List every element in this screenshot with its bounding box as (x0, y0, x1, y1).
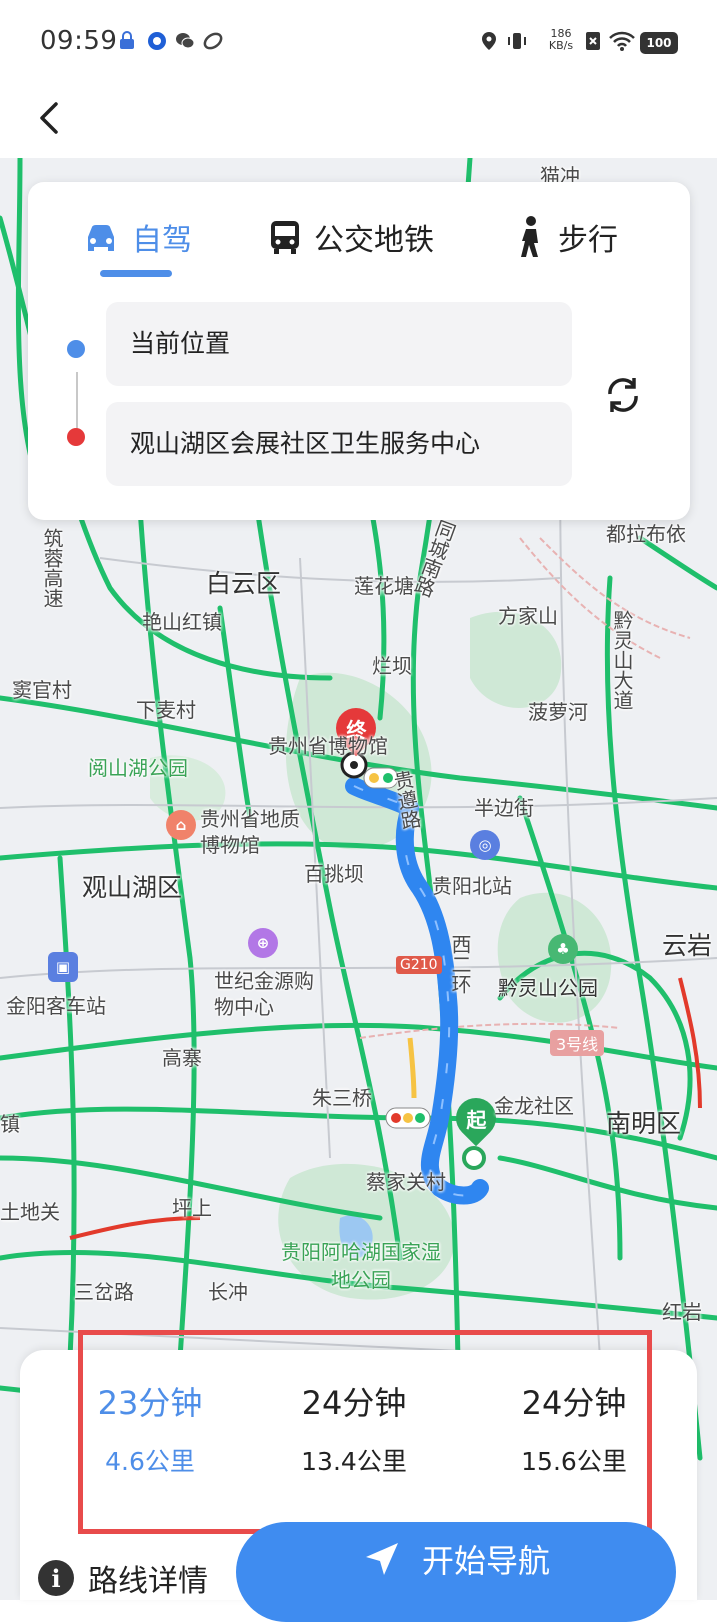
map-label-place: 坪上 (172, 1196, 212, 1220)
swap-icon[interactable] (600, 372, 646, 418)
car-icon (88, 225, 114, 251)
start-navigation-button[interactable]: 开始导航 (236, 1522, 676, 1622)
tab-label: 公交地铁 (314, 223, 434, 258)
map-label-park: 贵阳阿哈湖国家湿地公园 (281, 1240, 441, 1292)
destination-dot (67, 428, 85, 446)
map-label-place: 艳山红镇 (142, 610, 222, 634)
map-label-district: 观山湖区 (82, 873, 183, 902)
map-label-place: 朱三桥 (312, 1086, 372, 1110)
battery-indicator: 100 (640, 32, 678, 54)
map-label-place: 贵阳北站 (432, 874, 512, 898)
map-label-place: 红岩 (662, 1300, 702, 1324)
app-notification-icon (148, 32, 166, 50)
map-label-park: 黔灵山公园 (498, 976, 598, 1000)
map-label-place: 三岔路 (74, 1280, 134, 1304)
route-search-card: 自驾 公交地铁 步行 当前位置 观山湖区会展社区卫生服务中心 (28, 182, 690, 520)
origin-dot (67, 340, 85, 358)
map-label-place: 蔡家关村 (366, 1170, 446, 1194)
walk-icon (521, 216, 538, 257)
wifi-icon (609, 31, 635, 51)
route-details-label: 路线详情 (88, 1564, 208, 1599)
route-options-highlight-box (78, 1330, 652, 1534)
map-label-place: 土地关 (0, 1200, 60, 1224)
tab-transit[interactable]: 公交地铁 (268, 212, 434, 262)
bus-icon (271, 221, 299, 254)
origin-field[interactable]: 当前位置 (106, 302, 572, 386)
map-label-place: 贵州省博物馆 (268, 734, 388, 758)
clock: 09:59 (40, 26, 118, 56)
map-label-place: 下麦村 (136, 698, 196, 722)
map-label-place: 菠萝河 (528, 700, 588, 724)
shopping-poi-icon[interactable]: ⊕ (248, 928, 278, 958)
metro-line-label: 3号线 (550, 1030, 605, 1056)
header (0, 84, 717, 158)
map-label-place: 半边街 (474, 796, 534, 820)
park-poi-icon[interactable]: ♣ (548, 934, 578, 964)
info-icon: i (38, 1560, 74, 1596)
app-notification-icon-2 (203, 32, 223, 50)
map-label-place: 金阳客车站 (6, 994, 106, 1018)
vpn-icon (120, 31, 134, 49)
map-label-road: G210 (396, 956, 442, 974)
map-label-place: 牛镇 (0, 1112, 20, 1136)
map-label-district: 云岩 (662, 931, 713, 960)
map-label-place: 贵州省地质博物馆 (200, 807, 300, 857)
origin-destination-connector (76, 372, 78, 428)
start-navigation-label: 开始导航 (421, 1542, 550, 1580)
map-label-place: 烂坝 (372, 654, 412, 678)
map-label-place: 世纪金源购物中心 (214, 969, 314, 1019)
vibrate-icon (508, 33, 526, 49)
map-label-place: 莲花塘 (354, 574, 414, 598)
map-label-place: 高寨 (162, 1046, 202, 1070)
map-label-road: 黔灵山大道 (610, 610, 634, 710)
map-label-district: 南明区 (606, 1109, 682, 1138)
wechat-icon (176, 33, 195, 49)
tab-label: 步行 (558, 223, 618, 258)
route-details-button[interactable]: i 路线详情 (38, 1556, 208, 1600)
destination-field[interactable]: 观山湖区会展社区卫生服务中心 (106, 402, 572, 486)
bus-station-poi-icon[interactable]: ▣ (48, 952, 78, 982)
location-icon (482, 32, 496, 50)
tab-active-indicator (100, 270, 172, 277)
map-label-place: 百挑坝 (304, 862, 364, 886)
map-label-park: 阅山湖公园 (88, 756, 188, 780)
map-label-place: 长冲 (208, 1280, 248, 1304)
museum-poi-icon[interactable]: ⌂ (166, 810, 196, 840)
tab-walk[interactable]: 步行 (516, 212, 618, 262)
status-bar: 09:59 186 KB/s 100 (0, 0, 717, 84)
network-speed: 186 KB/s (548, 27, 574, 52)
map-label-road: 都拉布依 (606, 522, 686, 546)
map-label-road: 西二环 (448, 934, 472, 994)
map-label-district: 白云区 (206, 569, 282, 598)
back-arrow-icon[interactable] (28, 96, 72, 140)
station-poi-icon[interactable]: ◎ (470, 830, 500, 860)
no-sim-icon (586, 32, 600, 50)
navigation-arrow-icon (365, 1543, 398, 1575)
map-label-place: 金龙社区 (494, 1094, 574, 1118)
map-label-road: 筑蓉高速 (40, 528, 64, 608)
tab-label: 自驾 (132, 223, 192, 258)
tab-drive[interactable]: 自驾 (82, 212, 192, 262)
map-label-place: 窦官村 (12, 678, 72, 702)
map-label-place: 方家山 (498, 604, 558, 628)
